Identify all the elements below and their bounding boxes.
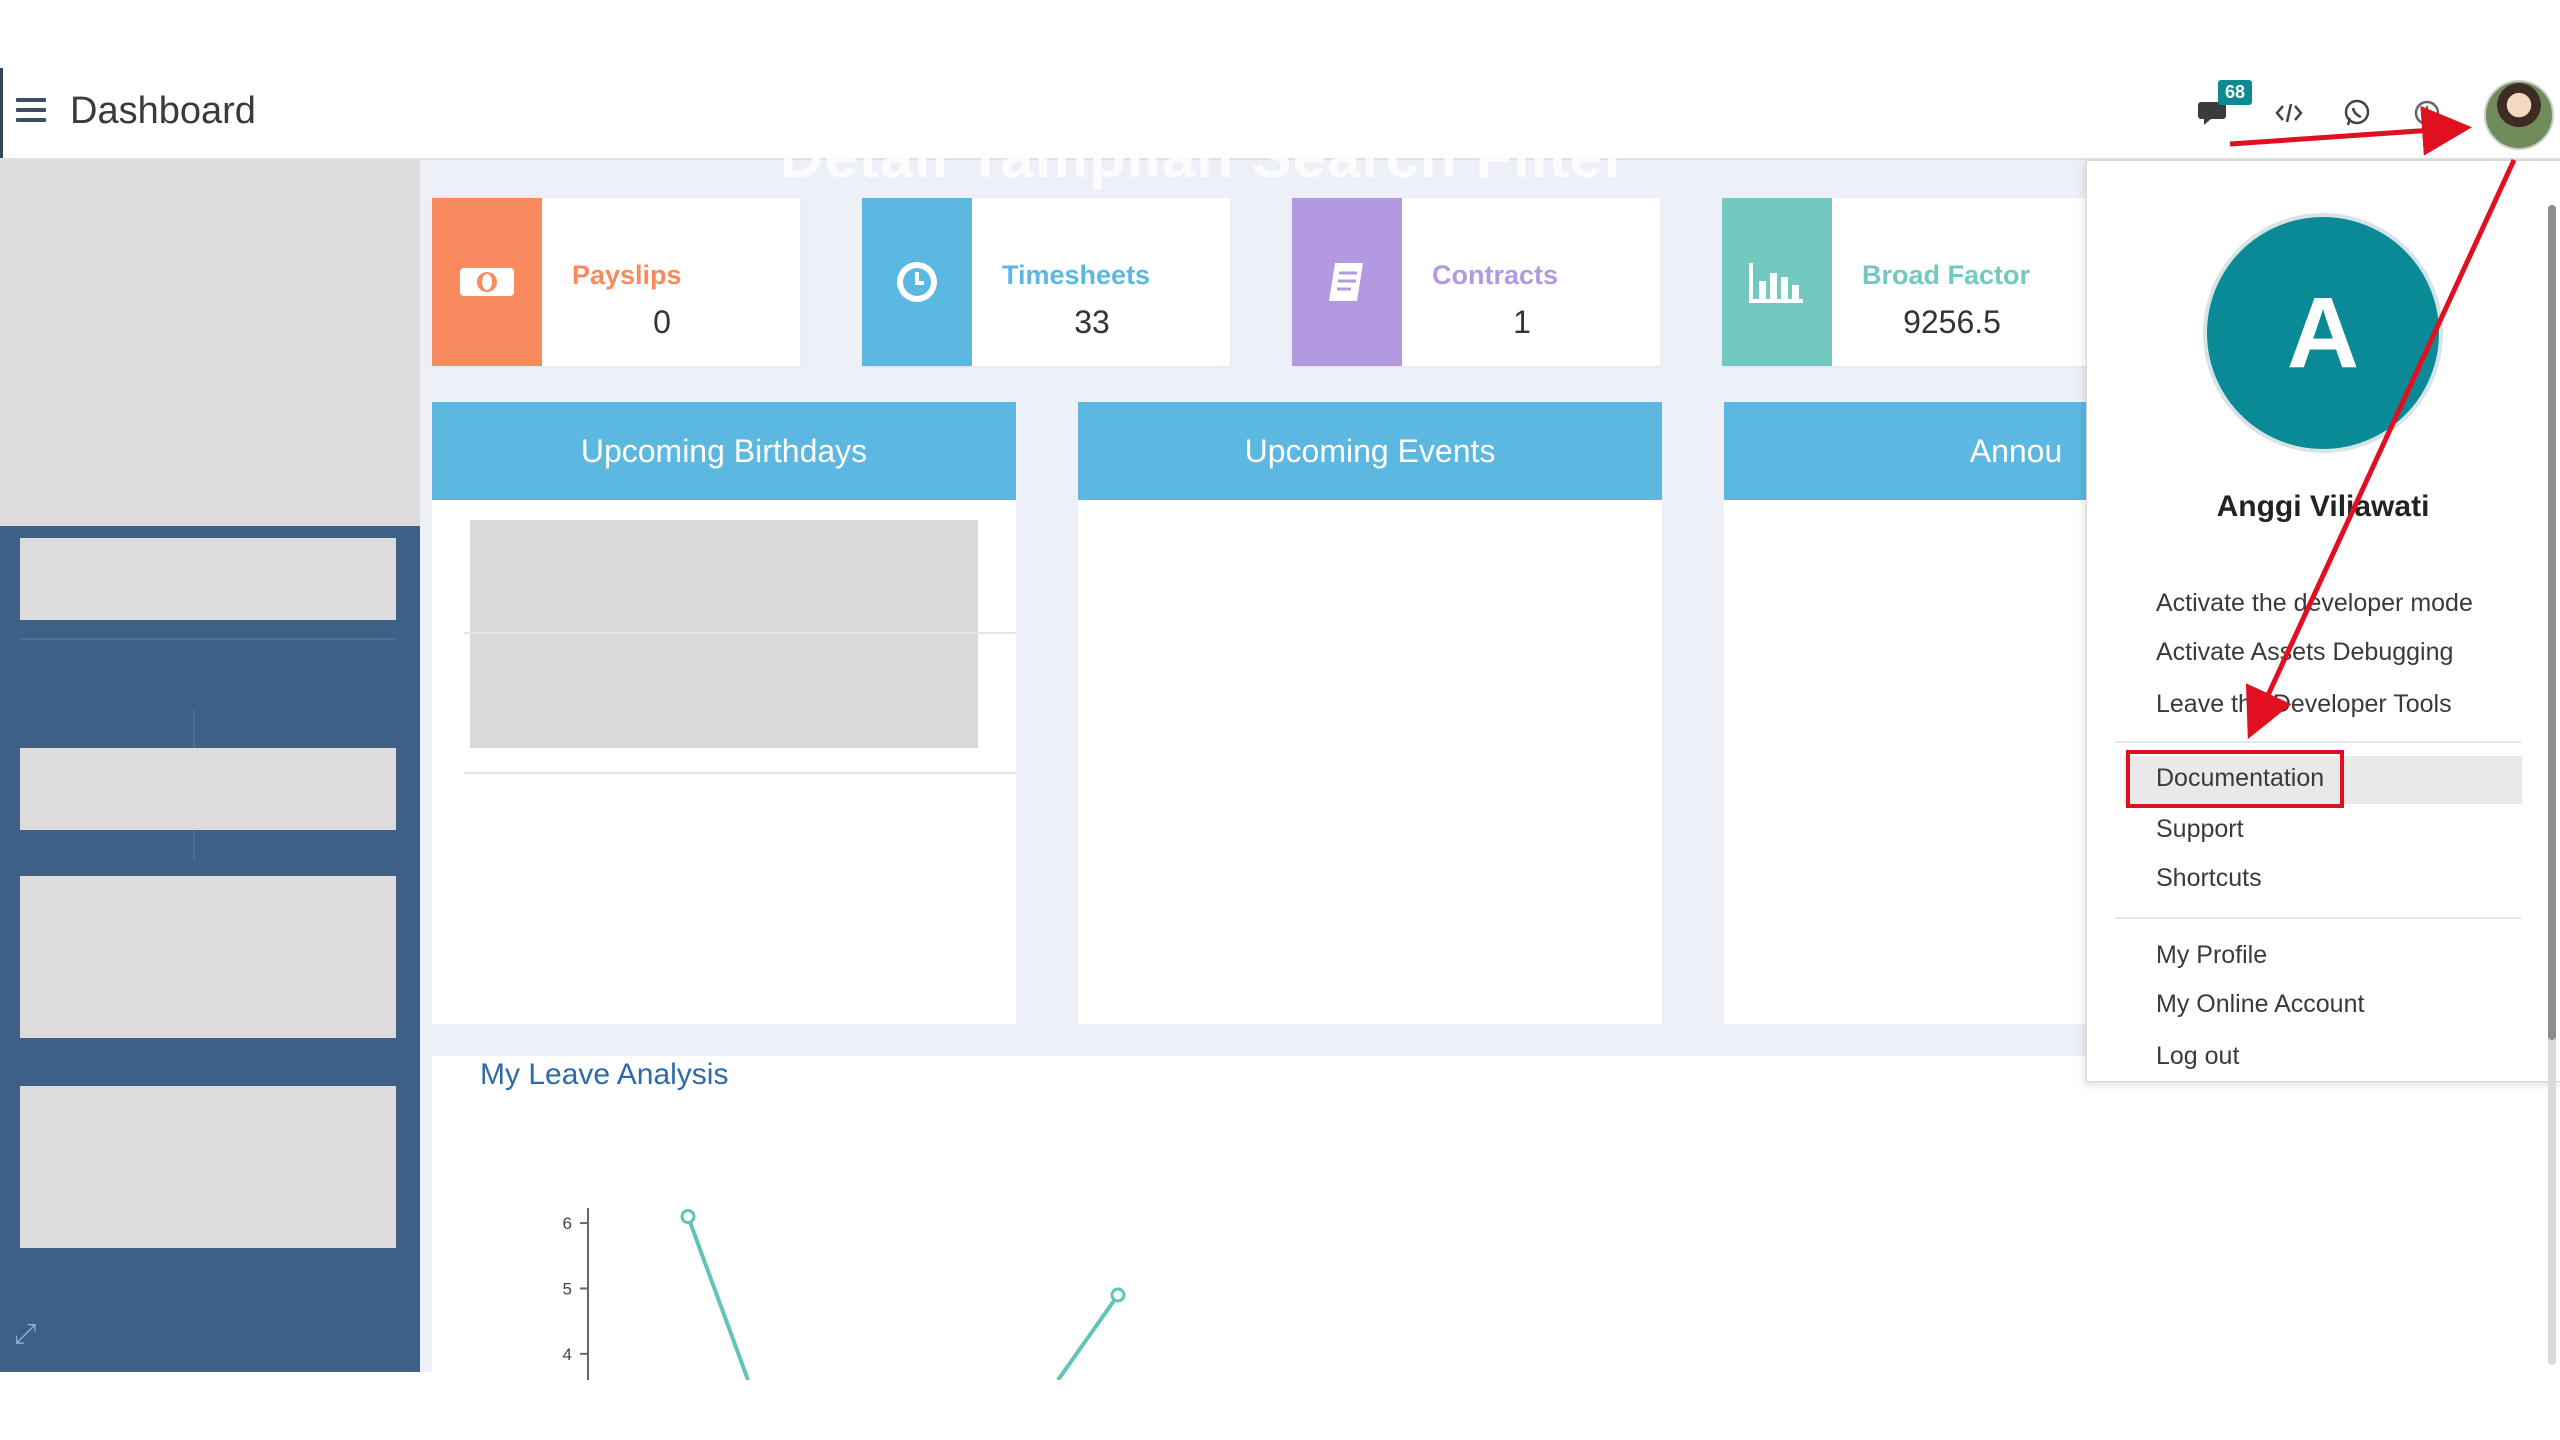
sidebar-item[interactable] bbox=[20, 748, 396, 830]
sidebar-divider bbox=[193, 830, 195, 860]
watermark-text: Detail Tampilan Search Filter bbox=[780, 123, 1629, 190]
menu-divider bbox=[2115, 741, 2521, 743]
y-tick-label: 5 bbox=[563, 1279, 572, 1298]
panel-header: Annou bbox=[1724, 402, 2086, 500]
clock-icon bbox=[2414, 100, 2440, 126]
stat-label: Timesheets bbox=[1002, 260, 1151, 290]
messages-button[interactable]: 68 bbox=[2190, 80, 2253, 138]
document-icon bbox=[1292, 198, 1402, 366]
stat-card-broad-factor[interactable]: Broad Factor 9256.5 bbox=[1722, 198, 2090, 366]
chart-series bbox=[680, 1209, 1126, 1380]
panel-announcements: Annou bbox=[1724, 402, 2086, 1024]
sidebar-item[interactable] bbox=[20, 876, 396, 1038]
panel-divider bbox=[464, 772, 1016, 774]
sidebar bbox=[0, 526, 420, 1372]
series-line bbox=[1056, 1293, 1120, 1380]
bar-chart-icon bbox=[1722, 198, 1832, 366]
stat-value: 9256.5 bbox=[1903, 304, 2001, 340]
y-tick-label: 6 bbox=[563, 1214, 572, 1233]
y-tick-label: 4 bbox=[563, 1345, 572, 1364]
scrollbar-thumb[interactable] bbox=[2548, 205, 2556, 1040]
menu-divider bbox=[2115, 917, 2521, 919]
sidebar-divider bbox=[20, 638, 396, 640]
leave-analysis-title: My Leave Analysis bbox=[480, 1058, 729, 1091]
data-point[interactable] bbox=[680, 1209, 696, 1225]
sidebar-item[interactable] bbox=[20, 538, 396, 620]
y-axis-ticks: 6 5 4 bbox=[563, 1214, 588, 1364]
stat-value: 0 bbox=[653, 304, 671, 340]
stat-card-contracts[interactable]: Contracts 1 bbox=[1292, 198, 1660, 366]
menu-shortcuts[interactable]: Shortcuts bbox=[2156, 864, 2262, 893]
stat-value: 33 bbox=[1074, 304, 1110, 340]
money-icon bbox=[432, 198, 542, 366]
clock-icon bbox=[862, 198, 972, 366]
leave-chart: 6 5 4 bbox=[563, 1208, 1126, 1380]
code-icon bbox=[2275, 103, 2303, 123]
messages-badge: 68 bbox=[2218, 80, 2253, 105]
stat-value: 1 bbox=[1513, 304, 1531, 340]
menu-my-online-account[interactable]: My Online Account bbox=[2156, 990, 2364, 1019]
user-avatar[interactable] bbox=[2484, 80, 2554, 150]
page-title: Dashboard bbox=[70, 90, 256, 132]
annotation-highlight-box bbox=[2126, 750, 2344, 808]
panel-upcoming-events: Upcoming Events bbox=[1078, 402, 1662, 1024]
sidebar-item[interactable] bbox=[20, 1086, 396, 1248]
panel-header: Upcoming Birthdays bbox=[432, 402, 1016, 500]
menu-my-profile[interactable]: My Profile bbox=[2156, 941, 2267, 970]
panel-upcoming-birthdays: Upcoming Birthdays bbox=[432, 402, 1016, 1024]
menu-activate-assets-debugging[interactable]: Activate Assets Debugging bbox=[2156, 638, 2453, 667]
menu-log-out[interactable]: Log out bbox=[2156, 1042, 2239, 1071]
panel-divider bbox=[464, 632, 1016, 634]
menu-activate-developer-mode[interactable]: Activate the developer mode bbox=[2156, 589, 2473, 618]
expand-icon[interactable]: ⤢ bbox=[14, 1318, 36, 1351]
whatsapp-button[interactable] bbox=[2332, 88, 2382, 138]
stat-card-timesheets[interactable]: Timesheets 33 bbox=[862, 198, 1230, 366]
hamburger-menu-icon[interactable] bbox=[16, 98, 46, 126]
stat-label: Payslips bbox=[572, 260, 682, 290]
activity-clock-button[interactable] bbox=[2402, 88, 2452, 138]
sidebar-divider bbox=[193, 710, 195, 750]
navbar-left-accent bbox=[0, 68, 3, 158]
dropdown-avatar: A bbox=[2203, 213, 2443, 453]
stat-label: Contracts bbox=[1432, 260, 1559, 290]
screen: Dashboard 68 ⤢ Detail Tampilan Search Fi… bbox=[0, 0, 2560, 1440]
whatsapp-icon bbox=[2344, 99, 2370, 126]
menu-support[interactable]: Support bbox=[2156, 815, 2244, 844]
sidebar-header-area bbox=[0, 160, 420, 526]
developer-tools-button[interactable] bbox=[2264, 88, 2314, 138]
stat-label: Broad Factor bbox=[1862, 260, 2031, 290]
stat-card-payslips[interactable]: Payslips 0 bbox=[432, 198, 800, 366]
series-line bbox=[686, 1215, 750, 1380]
data-point[interactable] bbox=[1110, 1287, 1126, 1303]
user-name: Anggi Viliawati bbox=[2216, 490, 2430, 523]
menu-leave-developer-tools[interactable]: Leave the Developer Tools bbox=[2156, 690, 2452, 719]
panel-header: Upcoming Events bbox=[1078, 402, 1662, 500]
birthday-placeholder bbox=[470, 520, 978, 748]
